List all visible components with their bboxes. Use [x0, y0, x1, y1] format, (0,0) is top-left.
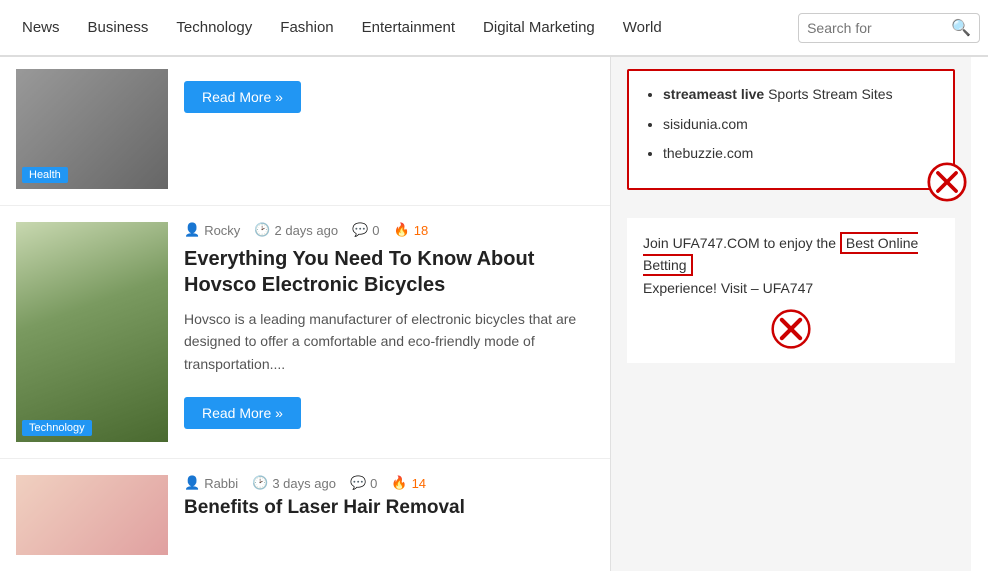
- clock-icon-bottom: 🕑: [252, 475, 268, 491]
- article-main-body: 👤 Rocky 🕑 2 days ago 💬 0 🔥 18: [184, 222, 594, 442]
- ad-list-item-2: sisidunia.com: [663, 115, 937, 135]
- ad-list-item-1: streameast live Sports Stream Sites: [663, 85, 937, 105]
- nav-item-technology[interactable]: Technology: [162, 0, 266, 56]
- nav-item-world[interactable]: World: [609, 0, 676, 56]
- article-top-thumbnail: Health: [16, 69, 168, 189]
- nav-item-fashion[interactable]: Fashion: [266, 0, 347, 56]
- bottom-author-label: 👤 Rabbi: [184, 475, 238, 491]
- bike-thumbnail-image: [16, 222, 168, 442]
- main-nav: News Business Technology Fashion Enterta…: [0, 0, 988, 56]
- close-icon-1[interactable]: [927, 162, 967, 202]
- author-name: Rocky: [204, 223, 240, 238]
- technology-tag: Technology: [22, 420, 92, 436]
- article-bottom: 👤 Rabbi 🕑 3 days ago 💬 0 🔥 14: [0, 459, 610, 571]
- article-bottom-meta: 👤 Rabbi 🕑 3 days ago 💬 0 🔥 14: [184, 475, 594, 491]
- close-icon-2[interactable]: [771, 309, 811, 349]
- health-tag: Health: [22, 167, 68, 183]
- articles-list: Health Read More » Technology 👤 Rocky: [0, 57, 610, 571]
- nav-item-digital-marketing[interactable]: Digital Marketing: [469, 0, 609, 56]
- content-area: Health Read More » Technology 👤 Rocky: [0, 56, 988, 571]
- user-icon-bottom: 👤: [184, 475, 200, 491]
- ad-item-2-text: sisidunia.com: [663, 116, 748, 132]
- search-box: 🔍: [798, 13, 980, 43]
- search-icon[interactable]: 🔍: [951, 18, 971, 38]
- comment-icon: 💬: [352, 222, 368, 238]
- comment-icon-bottom: 💬: [350, 475, 366, 491]
- read-more-button-main[interactable]: Read More »: [184, 397, 301, 429]
- author-label: 👤 Rocky: [184, 222, 240, 238]
- clock-icon: 🕑: [254, 222, 270, 238]
- ad-list-1: streameast live Sports Stream Sites sisi…: [645, 85, 937, 164]
- article-bottom-title: Benefits of Laser Hair Removal: [184, 497, 594, 519]
- article-bottom-thumbnail: [16, 475, 168, 555]
- ad-item-3-text: thebuzzie.com: [663, 145, 753, 161]
- article-main-thumbnail: Technology: [16, 222, 168, 442]
- ad-box-1: streameast live Sports Stream Sites sisi…: [627, 69, 955, 190]
- article-main-excerpt: Hovsco is a leading manufacturer of elec…: [184, 308, 594, 375]
- bottom-author-name: Rabbi: [204, 476, 238, 491]
- sidebar: streameast live Sports Stream Sites sisi…: [611, 57, 971, 571]
- ad-box-2: Join UFA747.COM to enjoy the Best Online…: [627, 218, 955, 363]
- article-main: Technology 👤 Rocky 🕑 2 days ago 💬 0: [0, 206, 610, 459]
- time-value: 2 days ago: [275, 223, 339, 238]
- nav-item-news[interactable]: News: [8, 0, 74, 56]
- article-meta: 👤 Rocky 🕑 2 days ago 💬 0 🔥 18: [184, 222, 594, 238]
- ad-item-1-bold: streameast live: [663, 86, 764, 102]
- article-top-body: Read More »: [184, 69, 594, 113]
- search-input[interactable]: [807, 20, 947, 36]
- bottom-fire-label: 🔥 14: [391, 475, 426, 491]
- ad2-text-before: Join UFA747.COM to enjoy the: [643, 235, 836, 251]
- bottom-comments-count: 0: [370, 476, 377, 491]
- nav-items: News Business Technology Fashion Enterta…: [8, 0, 798, 56]
- article-top: Health Read More »: [0, 57, 610, 206]
- article-bottom-body: 👤 Rabbi 🕑 3 days ago 💬 0 🔥 14: [184, 475, 594, 555]
- read-more-button-top[interactable]: Read More »: [184, 81, 301, 113]
- fire-label: 🔥 18: [394, 222, 429, 238]
- nav-item-entertainment[interactable]: Entertainment: [348, 0, 469, 56]
- fire-icon: 🔥: [394, 222, 410, 238]
- article-main-title: Everything You Need To Know About Hovsco…: [184, 246, 594, 298]
- comments-count: 0: [372, 223, 379, 238]
- comments-label: 💬 0: [352, 222, 379, 238]
- bottom-time-label: 🕑 3 days ago: [252, 475, 336, 491]
- nav-item-business[interactable]: Business: [74, 0, 163, 56]
- ad-item-1-text: Sports Stream Sites: [768, 86, 893, 102]
- fire-count: 18: [414, 223, 428, 238]
- bottom-fire-count: 14: [412, 476, 426, 491]
- user-icon: 👤: [184, 222, 200, 238]
- bottom-comments-label: 💬 0: [350, 475, 377, 491]
- time-label: 🕑 2 days ago: [254, 222, 338, 238]
- ad2-text-after: Experience! Visit – UFA747: [643, 280, 813, 296]
- bottom-time-value: 3 days ago: [272, 476, 336, 491]
- ad-list-item-3: thebuzzie.com: [663, 144, 937, 164]
- fire-icon-bottom: 🔥: [391, 475, 407, 491]
